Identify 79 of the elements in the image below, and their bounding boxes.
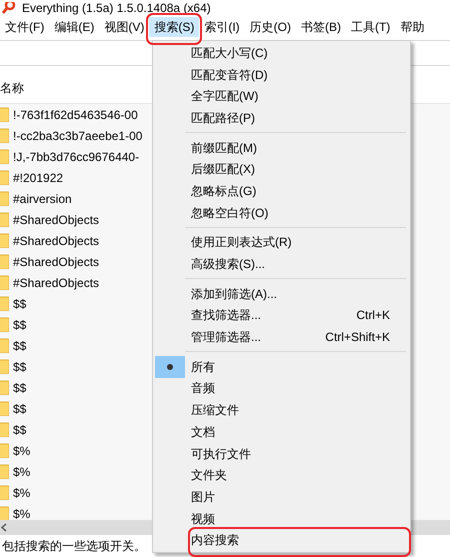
menu-item[interactable]: 工具(T) bbox=[346, 17, 396, 37]
folder-icon bbox=[0, 128, 9, 143]
file-name[interactable]: $$ bbox=[13, 400, 26, 418]
folder-icon bbox=[0, 107, 9, 122]
menu-option-label[interactable]: 文档 bbox=[191, 422, 408, 441]
folder-icon bbox=[0, 212, 9, 227]
menu-option-label[interactable]: 忽略标点(G) bbox=[191, 182, 408, 200]
menu-option-label[interactable]: 文件夹 bbox=[191, 466, 408, 484]
menu-item[interactable]: 搜索(S) bbox=[149, 17, 200, 37]
folder-icon bbox=[0, 485, 9, 500]
file-name[interactable]: #SharedObjects bbox=[13, 252, 100, 270]
folder-icon bbox=[0, 170, 9, 185]
file-name[interactable]: !J,-7bb3d76cc9676440- bbox=[13, 148, 140, 166]
file-name[interactable]: $% bbox=[13, 462, 30, 480]
file-name[interactable]: $% bbox=[13, 442, 30, 460]
menu-option-label[interactable]: 使用正则表达式(R) bbox=[191, 233, 408, 252]
menu-option-label[interactable]: 匹配大小写(C) bbox=[191, 44, 408, 62]
menu-option-label[interactable]: 匹配路径(P) bbox=[191, 108, 408, 127]
shortcut-text: Ctrl+K bbox=[356, 307, 391, 324]
folder-icon bbox=[0, 191, 9, 206]
column-header[interactable]: 名称 bbox=[0, 79, 24, 97]
file-name[interactable]: $$ bbox=[13, 378, 26, 396]
folder-icon bbox=[0, 464, 9, 479]
file-name[interactable]: #SharedObjects bbox=[13, 232, 100, 250]
menu-option-label[interactable]: 添加到筛选(A)... bbox=[191, 284, 408, 303]
folder-icon bbox=[0, 296, 9, 311]
menu-option-label[interactable]: 所有 bbox=[191, 358, 408, 376]
folder-icon bbox=[0, 380, 9, 395]
menu-item[interactable]: 书签(B) bbox=[296, 17, 346, 37]
menu-option-label[interactable]: 匹配变音符(D) bbox=[191, 66, 408, 84]
menu-item[interactable]: 帮助 bbox=[395, 17, 430, 37]
menu-option-label[interactable]: 后缀匹配(X) bbox=[191, 160, 408, 178]
menu-option-label[interactable]: 高级搜索(S)... bbox=[191, 255, 408, 274]
file-name[interactable]: #airversion bbox=[13, 190, 72, 208]
folder-icon bbox=[0, 149, 9, 164]
menu-item[interactable]: 文件(F) bbox=[0, 17, 50, 37]
file-name[interactable]: $$ bbox=[13, 358, 26, 376]
menu-item[interactable]: 视图(V) bbox=[99, 17, 150, 37]
folder-icon bbox=[0, 233, 9, 248]
folder-icon bbox=[0, 422, 9, 437]
scroll-left-icon[interactable] bbox=[0, 523, 8, 532]
file-name[interactable]: !-cc2ba3c3b7aeebe1-00 bbox=[13, 126, 142, 144]
file-name[interactable]: $% bbox=[13, 484, 30, 502]
file-name[interactable]: #!201922 bbox=[13, 168, 64, 186]
window-title: Everything (1.5a) 1.5.0.1408a (x64) bbox=[22, 1, 211, 15]
menu-option-label[interactable]: 音频 bbox=[191, 379, 408, 398]
folder-icon bbox=[0, 275, 9, 290]
menu-option-label[interactable]: 全字匹配(W) bbox=[191, 87, 408, 106]
folder-icon bbox=[0, 359, 9, 374]
folder-icon bbox=[0, 338, 9, 353]
file-name[interactable]: #SharedObjects bbox=[13, 210, 100, 228]
file-name[interactable]: $% bbox=[13, 504, 30, 520]
file-name[interactable]: $$ bbox=[13, 420, 26, 438]
menu-item[interactable]: 编辑(E) bbox=[49, 17, 100, 37]
radio-dot-icon bbox=[167, 364, 173, 370]
file-name[interactable]: #SharedObjects bbox=[13, 274, 100, 292]
file-name[interactable]: !-763f1f62d5463546-00 bbox=[13, 106, 138, 124]
folder-icon bbox=[0, 506, 9, 520]
menu-option-label[interactable]: 前缀匹配(M) bbox=[191, 138, 408, 157]
menu-option-label[interactable]: 视频 bbox=[191, 510, 408, 528]
file-name[interactable]: $$ bbox=[13, 336, 26, 354]
folder-icon bbox=[0, 254, 9, 269]
magnifier-icon bbox=[2, 2, 16, 14]
folder-icon bbox=[0, 443, 9, 458]
menu-item[interactable]: 索引(I) bbox=[199, 17, 245, 37]
folder-icon bbox=[0, 317, 9, 332]
menu-option-label[interactable]: 内容搜索 bbox=[191, 531, 408, 550]
menu-option-label[interactable]: 管理筛选器... bbox=[191, 328, 326, 346]
file-name[interactable]: $$ bbox=[13, 316, 26, 334]
menu-option-label[interactable]: 图片 bbox=[191, 488, 408, 506]
file-name[interactable]: $$ bbox=[13, 294, 26, 312]
menu-option-label[interactable]: 压缩文件 bbox=[191, 401, 408, 420]
menu-item[interactable]: 历史(O) bbox=[244, 17, 296, 37]
menu-option-label[interactable]: 忽略空白符(O) bbox=[191, 204, 408, 222]
folder-icon bbox=[0, 401, 9, 416]
menu-option-label[interactable]: 查找筛选器... bbox=[191, 306, 356, 324]
shortcut-text: Ctrl+Shift+K bbox=[325, 329, 391, 346]
status-text: 包括搜索的一些选项开关。 bbox=[2, 538, 146, 555]
menu-option-label[interactable]: 可执行文件 bbox=[191, 444, 408, 463]
